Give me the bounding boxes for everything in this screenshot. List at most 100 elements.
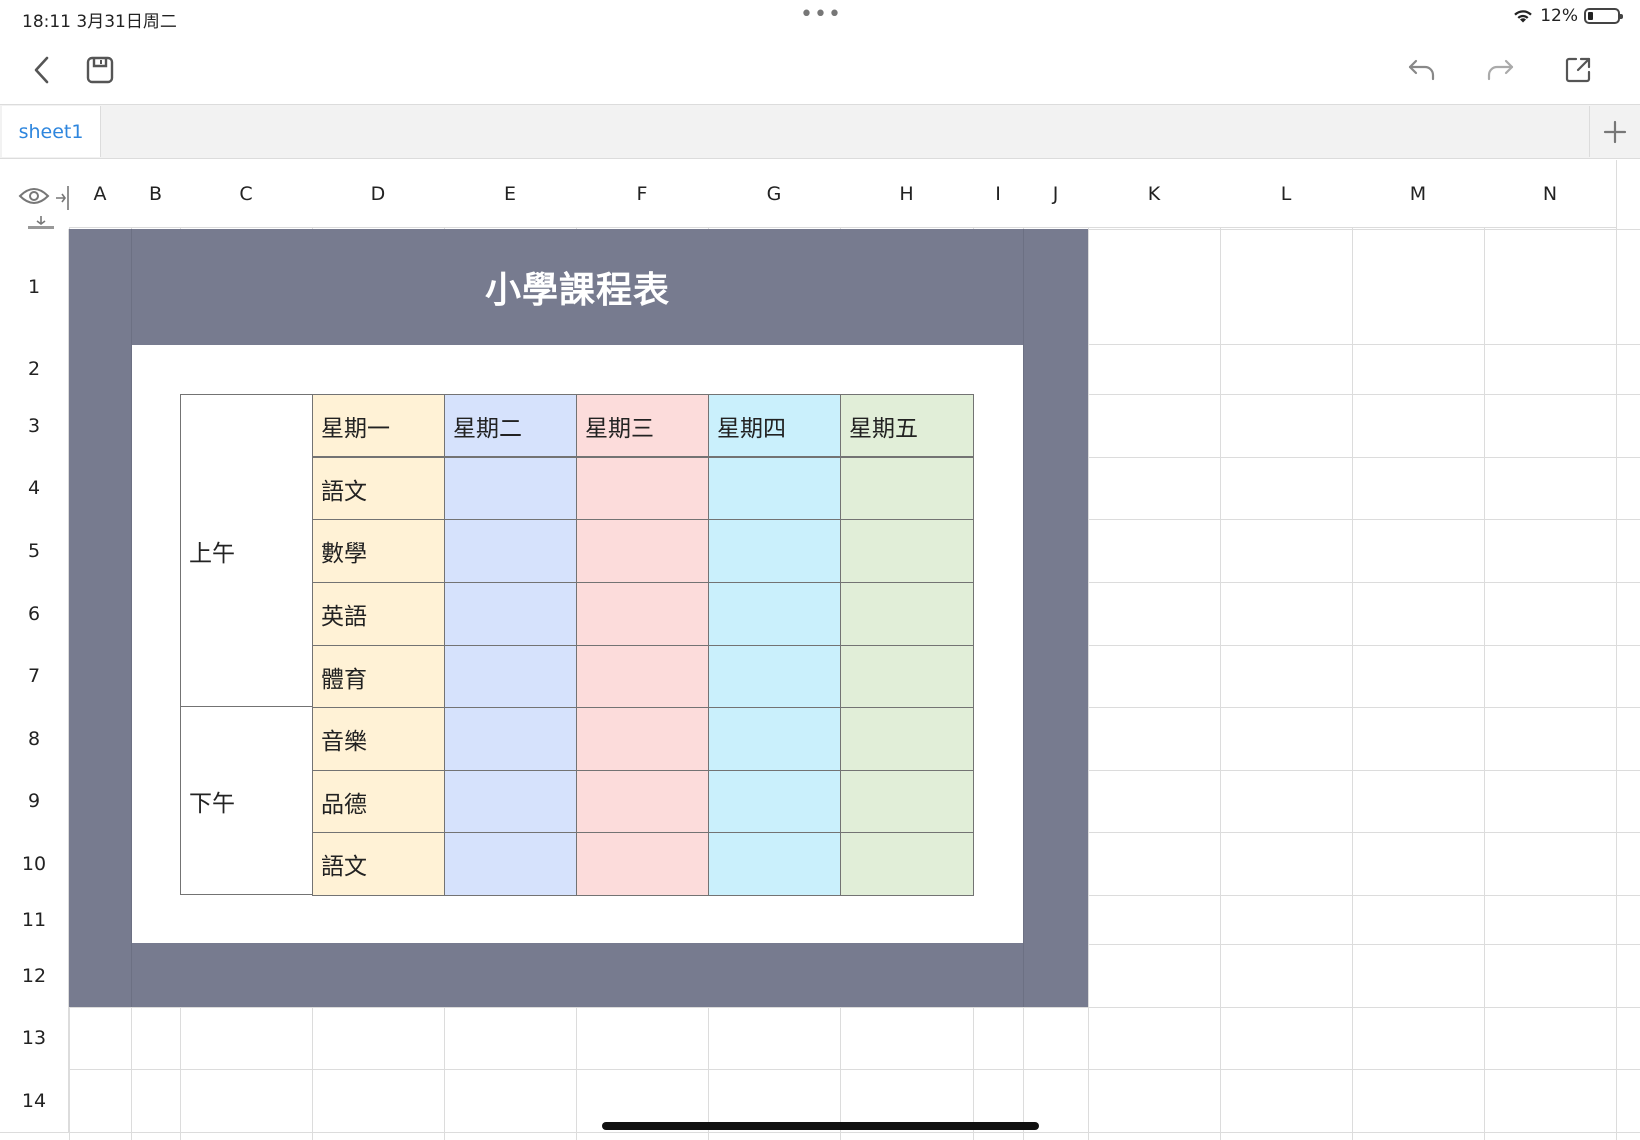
subject-cell-monday[interactable]: 數學 bbox=[312, 519, 445, 583]
column-header-e[interactable]: E bbox=[444, 160, 577, 228]
subject-cell-monday[interactable]: 體育 bbox=[312, 645, 445, 708]
subject-cell-friday[interactable] bbox=[840, 832, 974, 896]
subject-cell-wednesday[interactable] bbox=[576, 457, 709, 520]
period-afternoon-cell[interactable]: 下午 bbox=[180, 706, 313, 895]
column-header-k[interactable]: K bbox=[1088, 160, 1221, 228]
subject-cell-thursday[interactable] bbox=[708, 832, 841, 896]
column-header-h[interactable]: H bbox=[840, 160, 974, 228]
period-morning-cell[interactable]: 上午 bbox=[180, 394, 313, 708]
day-header-thursday[interactable]: 星期四 bbox=[708, 394, 841, 457]
subject-cell-thursday[interactable] bbox=[708, 707, 841, 771]
column-header-n[interactable]: N bbox=[1484, 160, 1617, 228]
subject-cell-tuesday[interactable] bbox=[444, 832, 577, 896]
row-header-11[interactable]: 11 bbox=[0, 895, 69, 945]
subject-cell-tuesday[interactable] bbox=[444, 707, 577, 771]
subject-cell-friday[interactable] bbox=[840, 645, 974, 708]
undo-icon bbox=[1408, 59, 1435, 81]
subject-cell-tuesday[interactable] bbox=[444, 582, 577, 646]
column-header-j[interactable]: J bbox=[1023, 160, 1089, 228]
frame-column-divider bbox=[1023, 229, 1024, 1007]
subject-cell-friday[interactable] bbox=[840, 582, 974, 646]
subject-cell-friday[interactable] bbox=[840, 707, 974, 771]
redo-button[interactable] bbox=[1480, 50, 1520, 90]
column-header-m[interactable]: M bbox=[1352, 160, 1485, 228]
subject-cell-thursday[interactable] bbox=[708, 770, 841, 833]
column-header-a[interactable]: A bbox=[69, 160, 132, 228]
day-header-monday[interactable]: 星期一 bbox=[312, 394, 445, 457]
subject-cell-wednesday[interactable] bbox=[576, 770, 709, 833]
subject-cell-monday[interactable]: 英語 bbox=[312, 582, 445, 646]
row-header-7[interactable]: 7 bbox=[0, 645, 69, 708]
grid-hline bbox=[0, 1069, 1640, 1070]
column-header-b[interactable]: B bbox=[131, 160, 181, 228]
battery-percent: 12% bbox=[1540, 6, 1578, 26]
toggle-view-button[interactable] bbox=[18, 184, 52, 208]
grid-hline bbox=[0, 1132, 1640, 1133]
row-header-1[interactable]: 1 bbox=[0, 229, 69, 345]
row-header-2[interactable]: 2 bbox=[0, 344, 69, 395]
multitasking-dots[interactable]: ••• bbox=[800, 2, 842, 27]
row-header-8[interactable]: 8 bbox=[0, 707, 69, 771]
row-header-10[interactable]: 10 bbox=[0, 832, 69, 896]
floppy-disk-icon bbox=[86, 56, 114, 84]
subject-cell-tuesday[interactable] bbox=[444, 519, 577, 583]
save-button[interactable] bbox=[80, 50, 120, 90]
subject-cell-tuesday[interactable] bbox=[444, 457, 577, 520]
column-header-i[interactable]: I bbox=[973, 160, 1024, 228]
grid-vline bbox=[1088, 160, 1089, 1140]
row-header-14[interactable]: 14 bbox=[0, 1069, 69, 1133]
row-header-13[interactable]: 13 bbox=[0, 1007, 69, 1070]
subject-cell-wednesday[interactable] bbox=[576, 645, 709, 708]
subject-cell-tuesday[interactable] bbox=[444, 770, 577, 833]
subject-cell-monday[interactable]: 品德 bbox=[312, 770, 445, 833]
subject-cell-monday[interactable]: 音樂 bbox=[312, 707, 445, 771]
battery-icon bbox=[1584, 8, 1623, 24]
column-header-c[interactable]: C bbox=[180, 160, 313, 228]
grid-vline bbox=[1220, 160, 1221, 1140]
grid-vline bbox=[1616, 160, 1617, 1140]
subject-cell-monday[interactable]: 語文 bbox=[312, 832, 445, 896]
subject-cell-tuesday[interactable] bbox=[444, 645, 577, 708]
subject-cell-wednesday[interactable] bbox=[576, 582, 709, 646]
column-header-d[interactable]: D bbox=[312, 160, 445, 228]
day-header-wednesday[interactable]: 星期三 bbox=[576, 394, 709, 457]
redo-icon bbox=[1487, 59, 1514, 81]
tab-sheet1[interactable]: sheet1 bbox=[2, 106, 101, 157]
row-header-4[interactable]: 4 bbox=[0, 457, 69, 520]
sheet-tab-bar bbox=[0, 104, 1640, 159]
share-button[interactable] bbox=[1558, 50, 1598, 90]
day-header-friday[interactable]: 星期五 bbox=[840, 394, 974, 457]
subject-cell-wednesday[interactable] bbox=[576, 832, 709, 896]
column-header-f[interactable]: F bbox=[576, 160, 709, 228]
grid-vline bbox=[1484, 160, 1485, 1140]
undo-button[interactable] bbox=[1402, 50, 1442, 90]
row-header-12[interactable]: 12 bbox=[0, 944, 69, 1008]
back-button[interactable] bbox=[22, 50, 62, 90]
row-header-6[interactable]: 6 bbox=[0, 582, 69, 646]
subject-cell-friday[interactable] bbox=[840, 519, 974, 583]
subject-cell-thursday[interactable] bbox=[708, 582, 841, 646]
subject-cell-wednesday[interactable] bbox=[576, 519, 709, 583]
subject-cell-friday[interactable] bbox=[840, 770, 974, 833]
subject-cell-thursday[interactable] bbox=[708, 645, 841, 708]
row-header-5[interactable]: 5 bbox=[0, 519, 69, 583]
column-header-l[interactable]: L bbox=[1220, 160, 1353, 228]
eye-icon bbox=[18, 188, 50, 204]
subject-cell-monday[interactable]: 語文 bbox=[312, 457, 445, 520]
day-header-tuesday[interactable]: 星期二 bbox=[444, 394, 577, 457]
schedule-title[interactable]: 小學課程表 bbox=[132, 229, 1023, 344]
subject-cell-thursday[interactable] bbox=[708, 457, 841, 520]
subject-cell-wednesday[interactable] bbox=[576, 707, 709, 771]
add-sheet-button[interactable] bbox=[1589, 106, 1640, 157]
row-header-3[interactable]: 3 bbox=[0, 394, 69, 458]
status-time-date: 18:11 3月31日周二 bbox=[22, 12, 177, 32]
column-header-g[interactable]: G bbox=[708, 160, 841, 228]
status-indicators: 12% bbox=[1512, 6, 1623, 26]
grid-hline bbox=[0, 1007, 1640, 1008]
home-indicator bbox=[602, 1122, 1039, 1130]
plus-icon bbox=[1603, 120, 1627, 143]
subject-cell-friday[interactable] bbox=[840, 457, 974, 520]
subject-cell-thursday[interactable] bbox=[708, 519, 841, 583]
share-export-icon bbox=[1565, 57, 1591, 83]
row-header-9[interactable]: 9 bbox=[0, 770, 69, 833]
